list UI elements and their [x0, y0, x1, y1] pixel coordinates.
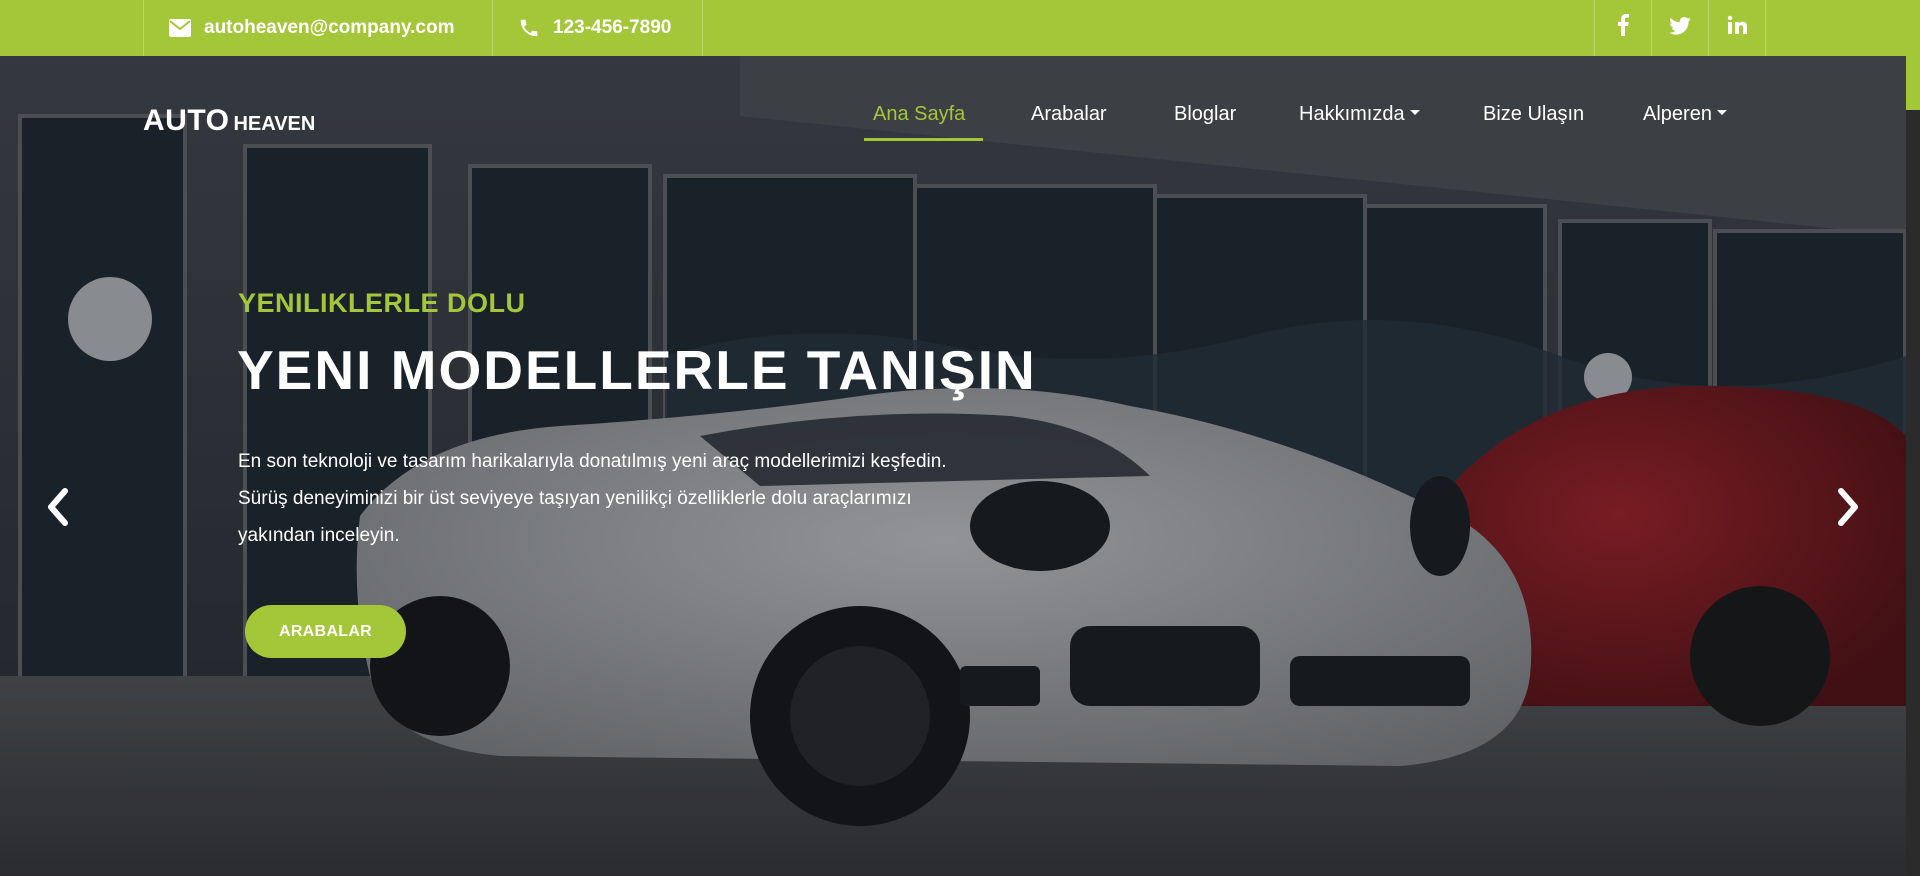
- nav-arabalar[interactable]: Arabalar: [1031, 91, 1107, 137]
- nav-ana-sayfa[interactable]: Ana Sayfa: [873, 91, 965, 137]
- chevron-left-icon: [48, 488, 68, 526]
- slider-next-button[interactable]: [1828, 482, 1868, 532]
- nav-label: Alperen: [1643, 102, 1712, 125]
- logo-part-auto: AUTO: [143, 104, 230, 137]
- caret-down-icon: [1409, 109, 1420, 115]
- nav-label: Bloglar: [1174, 102, 1237, 125]
- facebook-icon: [1616, 14, 1630, 42]
- scroll-strip-accent: [1906, 56, 1920, 110]
- caret-down-icon: [1716, 109, 1727, 115]
- email-contact[interactable]: autoheaven@company.com: [143, 0, 492, 56]
- hero-kicker: YENILIKLERLE DOLU: [238, 288, 526, 318]
- phone-contact[interactable]: 123-456-7890: [492, 0, 703, 56]
- chevron-right-icon: [1838, 488, 1858, 526]
- nav-label: Ana Sayfa: [873, 102, 966, 125]
- twitter-icon: [1669, 15, 1691, 41]
- hero-description: En son teknoloji ve tasarım harikalarıyl…: [238, 451, 947, 546]
- nav-bize-ulasin[interactable]: Bize Ulaşın: [1483, 91, 1584, 137]
- nav-bloglar[interactable]: Bloglar: [1174, 91, 1236, 137]
- phone-text: 123-456-7890: [553, 17, 672, 38]
- site-logo[interactable]: AUTO HEAVEN: [143, 104, 315, 138]
- logo-part-heaven: HEAVEN: [233, 113, 316, 135]
- nav-label: Hakkımızda: [1299, 102, 1405, 125]
- nav-active-underline: [864, 138, 983, 141]
- linkedin-link[interactable]: [1708, 0, 1766, 56]
- top-contact-bar: autoheaven@company.com 123-456-7890: [0, 0, 1920, 56]
- linkedin-icon: [1727, 15, 1747, 41]
- hero-cta-button[interactable]: ARABALAR: [245, 605, 406, 658]
- page-scroll-track[interactable]: [1906, 56, 1920, 876]
- slider-prev-button[interactable]: [38, 482, 78, 532]
- phone-icon: [517, 16, 541, 40]
- email-text: autoheaven@company.com: [204, 17, 455, 38]
- nav-user-dropdown[interactable]: Alperen: [1643, 91, 1727, 137]
- twitter-link[interactable]: [1651, 0, 1708, 56]
- facebook-link[interactable]: [1594, 0, 1651, 56]
- nav-label: Arabalar: [1031, 102, 1107, 125]
- nav-label: Bize Ulaşın: [1483, 102, 1585, 125]
- hero-title: YENI MODELLERLE TANIŞIN: [237, 339, 1037, 401]
- nav-hakkimizda-dropdown[interactable]: Hakkımızda: [1299, 91, 1420, 137]
- envelope-icon: [168, 16, 192, 40]
